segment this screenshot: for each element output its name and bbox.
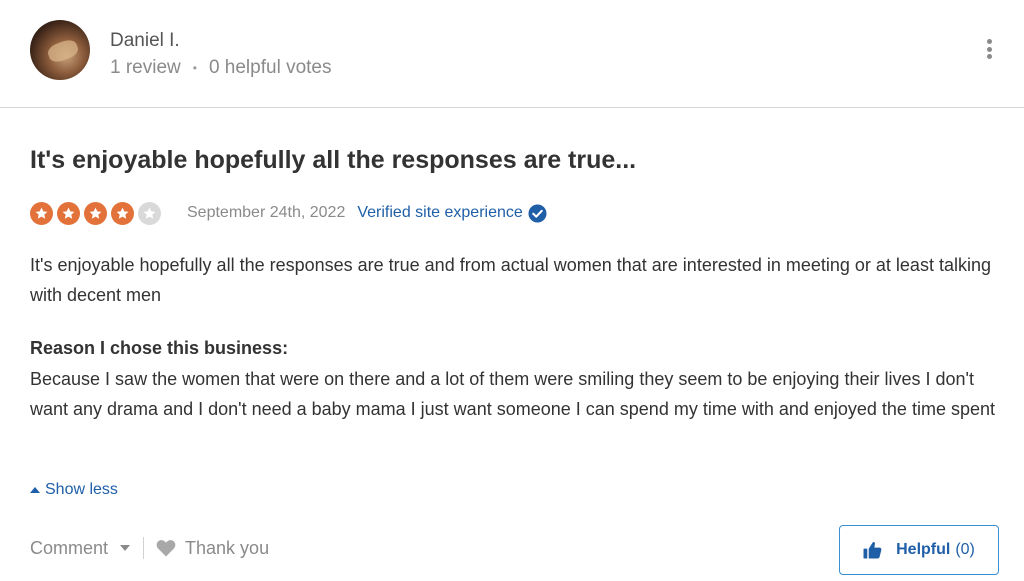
star-icon [84, 201, 107, 225]
reviewer-name[interactable]: Daniel I. [110, 30, 180, 52]
reason-label: Reason I chose this business: [30, 338, 289, 358]
review-date: September 24th, 2022 [187, 204, 346, 221]
review-body: It's enjoyable hopefully all the respons… [30, 255, 991, 305]
caret-up-icon [30, 486, 40, 493]
more-vertical-icon[interactable] [983, 39, 995, 63]
action-divider [143, 537, 145, 559]
star-rating [30, 201, 165, 225]
thank-you-button[interactable]: Thank you [156, 538, 269, 559]
reviewer-header: Daniel I. 1 review • 0 helpful votes [0, 0, 1024, 108]
show-less-label: Show less [45, 481, 118, 498]
comment-button[interactable]: Comment [30, 537, 131, 559]
verified-check-icon [528, 203, 547, 223]
helpful-count: (0) [955, 541, 975, 558]
review-title: It's enjoyable hopefully all the respons… [30, 146, 637, 174]
review-count: 1 review [110, 57, 181, 78]
helpful-votes-count: 0 helpful votes [208, 57, 332, 78]
chevron-down-icon [120, 545, 131, 551]
reviewer-meta: 1 review • 0 helpful votes [110, 57, 331, 79]
star-icon [138, 201, 161, 225]
verified-label[interactable]: Verified site experience [357, 204, 522, 222]
rating-row: September 24th, 2022 Verified site exper… [30, 201, 547, 225]
reason-text: Because I saw the women that were on the… [30, 369, 995, 419]
thumbs-up-icon [863, 541, 882, 559]
helpful-label: Helpful [896, 541, 951, 558]
thank-you-label: Thank you [185, 537, 270, 558]
review-actions: Comment Thank you [30, 536, 269, 560]
star-icon [111, 201, 134, 225]
heart-icon [156, 540, 176, 557]
star-icon [30, 201, 53, 225]
comment-label: Comment [30, 537, 109, 558]
star-icon [57, 201, 80, 225]
meta-separator: • [192, 61, 197, 75]
show-less-link[interactable]: Show less [30, 481, 118, 499]
helpful-button[interactable]: Helpful (0) [839, 525, 999, 575]
avatar[interactable] [30, 20, 90, 80]
